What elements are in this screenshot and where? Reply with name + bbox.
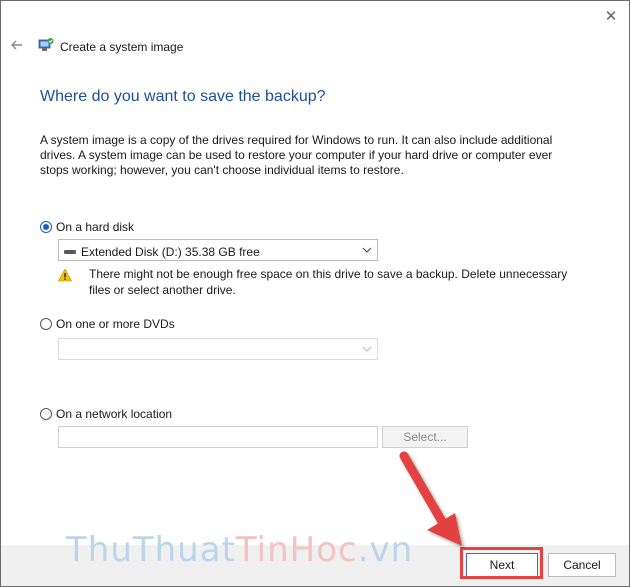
hard-drive-icon xyxy=(64,250,76,254)
chevron-down-icon xyxy=(362,346,372,352)
network-label: On a network location xyxy=(56,407,173,421)
network-radio[interactable] xyxy=(40,408,52,420)
page-heading: Where do you want to save the backup? xyxy=(40,88,326,105)
cancel-button[interactable]: Cancel xyxy=(548,553,616,577)
warning-message: There might not be enough free space on … xyxy=(89,267,568,297)
window-title: Create a system image xyxy=(60,40,184,54)
network-option[interactable]: On a network location xyxy=(40,407,172,421)
watermark-part: .vn xyxy=(357,530,414,570)
watermark: ThuThuatTinHoc.vn xyxy=(66,530,413,570)
dvd-option[interactable]: On one or more DVDs xyxy=(40,317,175,331)
watermark-part: TinHoc xyxy=(235,530,358,570)
system-image-icon xyxy=(38,38,54,51)
network-path-input[interactable] xyxy=(58,426,378,448)
hard-disk-radio[interactable] xyxy=(40,221,52,233)
page-description: A system image is a copy of the drives r… xyxy=(40,133,553,177)
hard-disk-option[interactable]: On a hard disk xyxy=(40,220,134,234)
chevron-down-icon xyxy=(362,247,372,253)
hard-disk-dropdown[interactable]: Extended Disk (D:) 35.38 GB free xyxy=(58,239,378,261)
close-icon[interactable]: ✕ xyxy=(600,6,622,28)
next-button-highlight xyxy=(460,547,543,579)
dvd-label: On one or more DVDs xyxy=(56,317,175,331)
select-network-button[interactable]: Select... xyxy=(382,426,468,448)
watermark-part: ThuThuat xyxy=(66,530,236,570)
hard-disk-dropdown-value: Extended Disk (D:) 35.38 GB free xyxy=(81,245,260,259)
hard-disk-label: On a hard disk xyxy=(56,220,135,234)
warning-triangle-icon xyxy=(58,268,72,282)
arrow-left-icon[interactable] xyxy=(8,36,26,54)
dvd-dropdown xyxy=(58,338,378,360)
dvd-radio[interactable] xyxy=(40,318,52,330)
